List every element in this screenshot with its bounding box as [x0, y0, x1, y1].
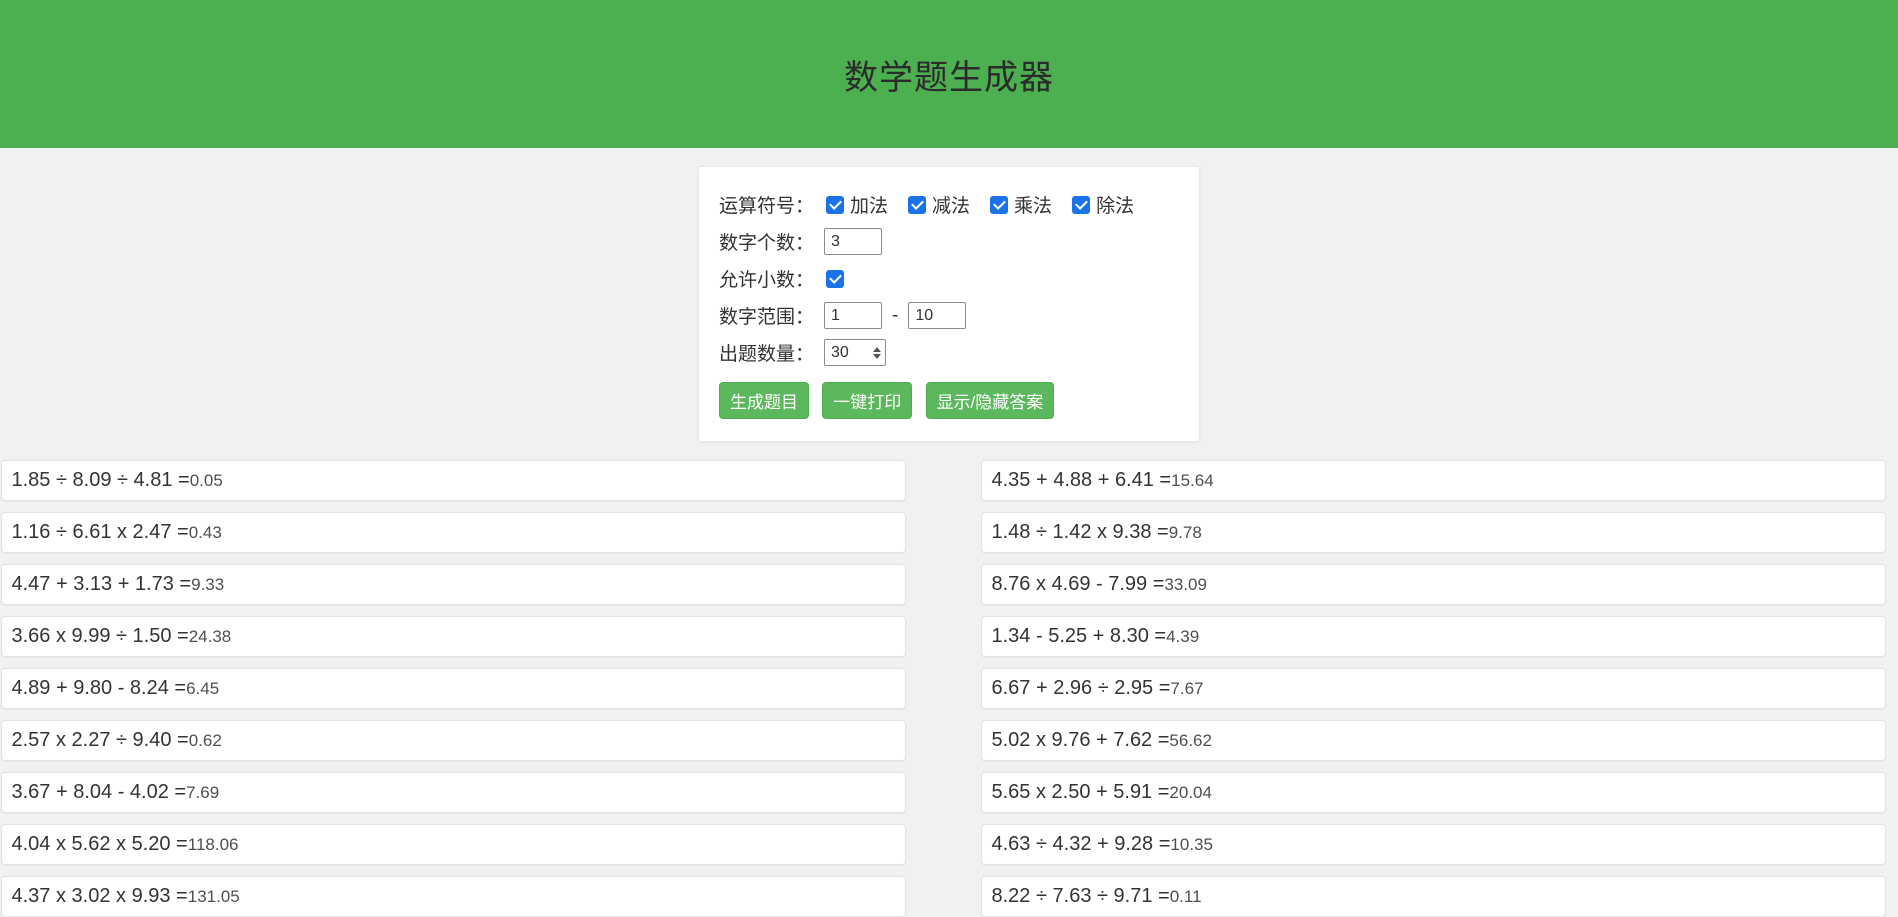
- problem-answer: 9.78: [1169, 523, 1202, 543]
- problem-expression: 1.48 ÷ 1.42 x 9.38 =: [992, 521, 1169, 544]
- generate-button[interactable]: 生成题目: [719, 382, 809, 419]
- problem-expression: 4.04 x 5.62 x 5.20 =: [12, 833, 188, 856]
- buttons-row: 生成题目 一键打印 显示/隐藏答案: [719, 382, 1179, 419]
- digit-count-label: 数字个数：: [719, 228, 814, 255]
- problem-answer: 9.33: [191, 575, 224, 595]
- problem-answer: 6.45: [186, 679, 219, 699]
- settings-panel: 运算符号： 加法 减法 乘法 除法 数字个数： 允许小数： 数字范围： -: [698, 166, 1200, 442]
- problem-expression: 4.37 x 3.02 x 9.93 =: [12, 885, 188, 908]
- operators-row: 运算符号： 加法 减法 乘法 除法: [719, 191, 1179, 218]
- problem-row: 1.85 ÷ 8.09 ÷ 4.81 =0.05: [1, 460, 906, 501]
- operators-label: 运算符号：: [719, 191, 814, 218]
- range-separator: -: [892, 305, 898, 327]
- problem-answer: 33.09: [1164, 575, 1207, 595]
- spinner-up-down-icon[interactable]: [873, 347, 881, 359]
- problem-expression: 6.67 + 2.96 ÷ 2.95 =: [992, 677, 1171, 700]
- checkbox-allow-decimal[interactable]: [826, 270, 844, 288]
- problem-expression: 2.57 x 2.27 ÷ 9.40 =: [12, 729, 189, 752]
- number-range-label: 数字范围：: [719, 302, 814, 329]
- problem-answer: 24.38: [189, 627, 232, 647]
- app-header: 数学题生成器: [0, 0, 1898, 148]
- allow-decimal-label: 允许小数：: [719, 265, 814, 292]
- spinner-down-icon[interactable]: [873, 354, 881, 359]
- checkbox-multiplication-label: 乘法: [1014, 191, 1052, 218]
- checkbox-addition-label: 加法: [850, 191, 888, 218]
- checkbox-division-label: 除法: [1096, 191, 1134, 218]
- question-count-label: 出题数量：: [719, 339, 814, 366]
- problem-expression: 4.47 + 3.13 + 1.73 =: [12, 573, 192, 596]
- checkbox-checked-icon[interactable]: [826, 196, 844, 214]
- digit-count-row: 数字个数：: [719, 228, 1179, 255]
- spinner-up-icon[interactable]: [873, 347, 881, 352]
- problem-expression: 1.85 ÷ 8.09 ÷ 4.81 =: [12, 469, 190, 492]
- problem-expression: 3.67 + 8.04 - 4.02 =: [12, 781, 187, 804]
- problem-expression: 5.02 x 9.76 + 7.62 =: [992, 729, 1170, 752]
- checkbox-checked-icon[interactable]: [908, 196, 926, 214]
- problem-row: 3.67 + 8.04 - 4.02 =7.69: [1, 772, 906, 813]
- problem-expression: 1.34 - 5.25 + 8.30 =: [992, 625, 1167, 648]
- problem-row: 4.37 x 3.02 x 9.93 =131.05: [1, 876, 906, 917]
- problem-answer: 20.04: [1169, 783, 1212, 803]
- question-count-input[interactable]: [831, 344, 871, 362]
- problem-row: 4.89 + 9.80 - 8.24 =6.45: [1, 668, 906, 709]
- problems-column-right: 4.35 + 4.88 + 6.41 =15.64 1.48 ÷ 1.42 x …: [981, 460, 1886, 917]
- problem-expression: 5.65 x 2.50 + 5.91 =: [992, 781, 1170, 804]
- problem-row: 2.57 x 2.27 ÷ 9.40 =0.62: [1, 720, 906, 761]
- checkbox-checked-icon[interactable]: [1072, 196, 1090, 214]
- problem-row: 4.63 ÷ 4.32 + 9.28 =10.35: [981, 824, 1886, 865]
- problem-answer: 0.05: [190, 471, 223, 491]
- checkbox-subtraction-label: 减法: [932, 191, 970, 218]
- allow-decimal-row: 允许小数：: [719, 265, 1179, 292]
- problem-answer: 7.67: [1170, 679, 1203, 699]
- page-title: 数学题生成器: [844, 50, 1054, 99]
- toggle-answers-button[interactable]: 显示/隐藏答案: [926, 382, 1055, 419]
- problem-expression: 4.89 + 9.80 - 8.24 =: [12, 677, 187, 700]
- problem-answer: 118.06: [188, 835, 239, 855]
- problem-row: 4.47 + 3.13 + 1.73 =9.33: [1, 564, 906, 605]
- problem-answer: 0.11: [1170, 887, 1202, 907]
- problem-expression: 8.22 ÷ 7.63 ÷ 9.71 =: [992, 885, 1170, 908]
- digit-count-input[interactable]: [824, 228, 882, 255]
- problem-answer: 4.39: [1166, 627, 1199, 647]
- problem-row: 4.04 x 5.62 x 5.20 =118.06: [1, 824, 906, 865]
- problem-row: 3.66 x 9.99 ÷ 1.50 =24.38: [1, 616, 906, 657]
- problem-row: 4.35 + 4.88 + 6.41 =15.64: [981, 460, 1886, 501]
- question-count-stepper[interactable]: [824, 339, 886, 366]
- problem-row: 8.22 ÷ 7.63 ÷ 9.71 =0.11: [981, 876, 1886, 917]
- number-range-row: 数字范围： -: [719, 302, 1179, 329]
- checkbox-checked-icon[interactable]: [826, 270, 844, 288]
- problem-answer: 56.62: [1169, 731, 1212, 751]
- problem-row: 6.67 + 2.96 ÷ 2.95 =7.67: [981, 668, 1886, 709]
- problem-expression: 4.35 + 4.88 + 6.41 =: [992, 469, 1172, 492]
- problem-row: 5.65 x 2.50 + 5.91 =20.04: [981, 772, 1886, 813]
- problem-answer: 15.64: [1171, 471, 1214, 491]
- problems-list: 1.85 ÷ 8.09 ÷ 4.81 =0.05 1.16 ÷ 6.61 x 2…: [0, 460, 1892, 917]
- problem-answer: 131.05: [188, 887, 240, 907]
- problem-answer: 0.43: [189, 523, 222, 543]
- range-max-input[interactable]: [908, 302, 966, 329]
- problem-row: 1.16 ÷ 6.61 x 2.47 =0.43: [1, 512, 906, 553]
- print-button[interactable]: 一键打印: [822, 382, 912, 419]
- problem-row: 8.76 x 4.69 - 7.99 =33.09: [981, 564, 1886, 605]
- problem-row: 1.34 - 5.25 + 8.30 =4.39: [981, 616, 1886, 657]
- question-count-row: 出题数量：: [719, 339, 1179, 366]
- problem-answer: 0.62: [189, 731, 222, 751]
- checkbox-division[interactable]: 除法: [1072, 191, 1134, 218]
- problem-expression: 1.16 ÷ 6.61 x 2.47 =: [12, 521, 189, 544]
- problem-answer: 7.69: [186, 783, 219, 803]
- problem-answer: 10.35: [1170, 835, 1213, 855]
- problems-column-left: 1.85 ÷ 8.09 ÷ 4.81 =0.05 1.16 ÷ 6.61 x 2…: [1, 460, 906, 917]
- checkbox-addition[interactable]: 加法: [826, 191, 888, 218]
- checkbox-subtraction[interactable]: 减法: [908, 191, 970, 218]
- problem-expression: 8.76 x 4.69 - 7.99 =: [992, 573, 1165, 596]
- problem-row: 5.02 x 9.76 + 7.62 =56.62: [981, 720, 1886, 761]
- range-min-input[interactable]: [824, 302, 882, 329]
- checkbox-checked-icon[interactable]: [990, 196, 1008, 214]
- problem-expression: 4.63 ÷ 4.32 + 9.28 =: [992, 833, 1171, 856]
- problem-row: 1.48 ÷ 1.42 x 9.38 =9.78: [981, 512, 1886, 553]
- problem-expression: 3.66 x 9.99 ÷ 1.50 =: [12, 625, 189, 648]
- checkbox-multiplication[interactable]: 乘法: [990, 191, 1052, 218]
